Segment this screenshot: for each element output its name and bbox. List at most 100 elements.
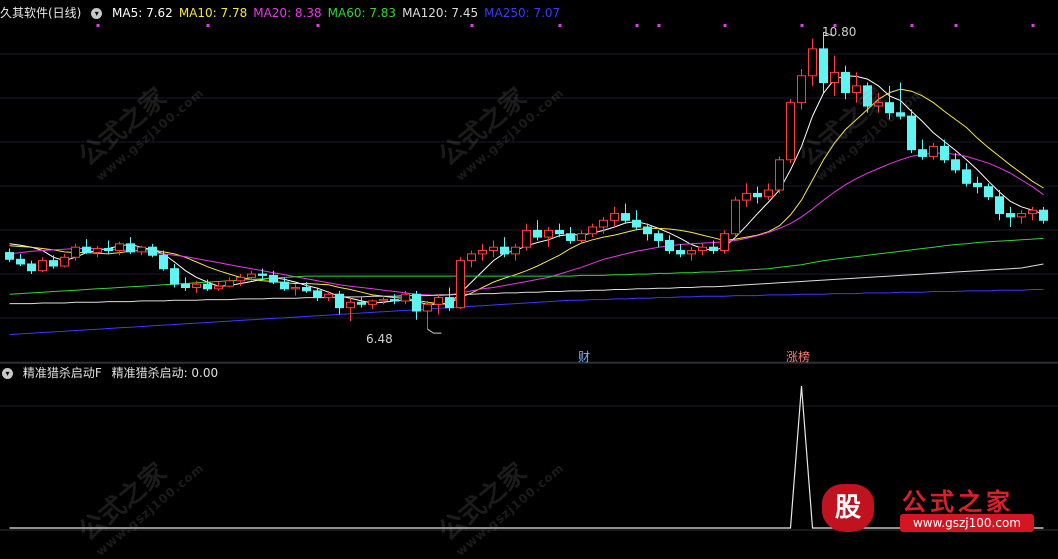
candle-body <box>698 246 707 252</box>
logo-title: 公式之家 <box>902 488 1014 516</box>
candle-body <box>929 145 938 157</box>
candle-body <box>1017 213 1026 218</box>
candle-body <box>742 192 751 201</box>
ma-line-ma120 <box>9 263 1044 305</box>
candle-body <box>192 283 201 289</box>
signal-dot <box>800 24 804 27</box>
candle-body <box>995 196 1004 215</box>
site-logo: 股 公式之家 www.gszj100.com <box>822 478 1058 536</box>
candle-body <box>115 243 124 252</box>
candle-body <box>280 281 289 290</box>
signal-dot <box>96 24 100 27</box>
candle-body <box>27 263 36 272</box>
candle-body <box>49 260 58 267</box>
candle-body <box>797 75 806 104</box>
indicator-name: 精准猎杀启动F <box>22 366 102 380</box>
signal-dot <box>1031 24 1035 27</box>
indicator-value: 精准猎杀启动: 0.00 <box>111 366 219 380</box>
marker-zhangbang[interactable]: 涨榜 <box>786 348 810 365</box>
candle-body <box>511 246 520 255</box>
candle-body <box>82 246 91 254</box>
candle-body <box>753 192 762 198</box>
candle-body <box>390 299 399 302</box>
candle-body <box>830 71 839 83</box>
candle-body <box>841 71 850 94</box>
candle-body <box>456 260 465 309</box>
candle-body <box>643 226 652 235</box>
candle-body <box>555 229 564 235</box>
candle-body <box>588 226 597 235</box>
candle-body <box>236 276 245 282</box>
candle-body <box>632 219 641 228</box>
candle-body <box>577 233 586 241</box>
candle-body <box>984 186 993 198</box>
candle-body <box>434 297 443 305</box>
signal-dot <box>657 24 661 27</box>
candle-body <box>357 301 366 305</box>
candle-body <box>863 85 872 107</box>
candle-body <box>368 300 377 305</box>
candle-body <box>533 229 542 238</box>
candle-body <box>1028 209 1037 215</box>
indicator-header: ▾ 精准猎杀启动F 精准猎杀启动: 0.00 <box>0 364 224 382</box>
candle-body <box>137 246 146 253</box>
candle-body <box>522 229 531 248</box>
candle-body <box>731 199 740 235</box>
candle-body <box>654 233 663 241</box>
candle-body <box>478 250 487 255</box>
candle-body <box>203 283 212 290</box>
signal-dot <box>723 24 727 27</box>
candle-body <box>148 246 157 256</box>
candle-body <box>1006 213 1015 218</box>
candle-body <box>126 243 135 253</box>
candle-body <box>170 268 179 285</box>
candle-body <box>291 287 300 290</box>
candle-body <box>500 246 509 255</box>
candle-body <box>907 115 916 151</box>
candle-body <box>93 248 102 254</box>
candle-body <box>401 293 410 302</box>
candle-body <box>467 253 476 262</box>
candle-body <box>775 159 784 191</box>
candle-body <box>951 159 960 171</box>
candle-body <box>379 299 388 302</box>
candle-body <box>687 250 696 255</box>
candle-body <box>445 297 454 309</box>
price-chart <box>0 24 1058 531</box>
candle-body <box>346 301 355 309</box>
signal-dot <box>635 24 639 27</box>
candle-body <box>181 283 190 289</box>
candle-body <box>764 189 773 198</box>
signal-dot <box>558 24 562 27</box>
candle-body <box>544 229 553 238</box>
candle-body <box>5 252 14 260</box>
candle-body <box>104 248 113 252</box>
candle-body <box>676 250 685 255</box>
candle-body <box>247 273 256 278</box>
candle-body <box>302 287 311 292</box>
candle-body <box>38 260 47 272</box>
low-price-label: 6.48 <box>366 332 393 346</box>
candle-body <box>940 145 949 161</box>
candle-body <box>1039 209 1048 221</box>
candle-body <box>918 149 927 157</box>
candle-body <box>71 246 80 258</box>
candle-body <box>16 258 25 265</box>
logo-url: www.gszj100.com <box>900 514 1034 532</box>
high-price-label: 10.80 <box>822 25 857 39</box>
signal-dot <box>954 24 958 27</box>
candle-body <box>599 219 608 228</box>
candle-body <box>610 213 619 221</box>
candle-body <box>786 102 795 161</box>
candle-body <box>896 112 905 117</box>
candle-body <box>335 293 344 309</box>
ma-line-ma10 <box>9 88 1044 305</box>
candle-body <box>566 233 575 241</box>
signal-dot <box>206 24 210 27</box>
signal-dot <box>316 24 320 27</box>
signal-dot <box>470 24 474 27</box>
marker-cai[interactable]: 财 <box>578 348 590 365</box>
candle-body <box>885 102 894 114</box>
candle-body <box>60 256 69 267</box>
indicator-toggle-icon[interactable]: ▾ <box>2 368 13 379</box>
